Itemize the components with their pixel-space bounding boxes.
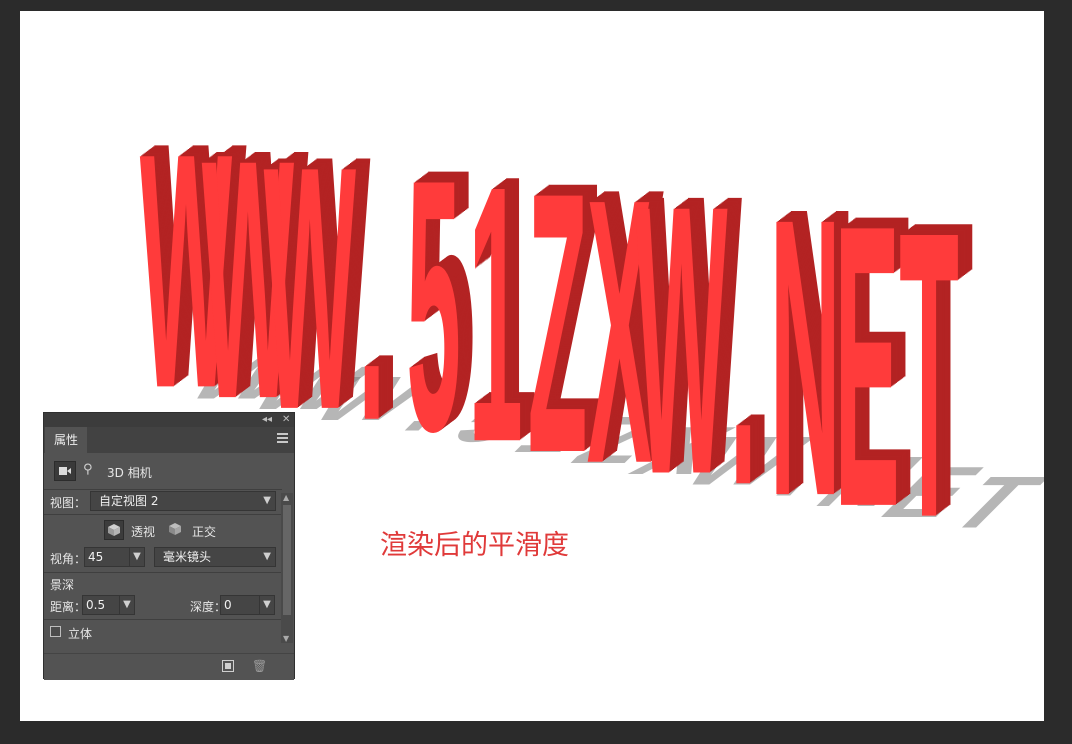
distance-input[interactable]: 0.5 ▼ xyxy=(82,595,135,615)
chevron-down-icon[interactable]: ▼ xyxy=(129,548,144,566)
panel-title-bar: ◂◂ ✕ xyxy=(44,413,294,427)
panel-scrollbar[interactable]: ▲ ▼ xyxy=(281,493,293,643)
render-icon[interactable] xyxy=(222,660,234,672)
panel-tab-row: 属性 xyxy=(44,427,294,453)
fov-value: 45 xyxy=(88,550,104,564)
lens-unit-select[interactable]: 毫米镜头 ▼ xyxy=(154,547,276,567)
view-row: 视图： 自定视图 2 ▼ xyxy=(44,490,282,514)
chevron-down-icon[interactable]: ▼ xyxy=(119,596,134,614)
dof-label: 景深 xyxy=(50,578,75,592)
depth-value: 0 xyxy=(224,598,232,612)
orthographic-label[interactable]: 正交 xyxy=(192,523,216,540)
3d-scene-icon[interactable]: ⚲ xyxy=(83,462,93,477)
perspective-cube-icon[interactable] xyxy=(104,520,124,540)
caption-text: 渲染后的平滑度 xyxy=(380,530,569,561)
glyph-letter: E xyxy=(834,141,899,590)
trash-icon[interactable]: 🗑 xyxy=(252,659,267,673)
glyph-letter: T xyxy=(899,146,959,603)
orthographic-cube-icon[interactable] xyxy=(166,520,184,538)
fov-row: 视角： 45 ▼ 毫米镜头 ▼ xyxy=(44,545,282,571)
fov-label: 视角： xyxy=(50,552,87,566)
projection-row: 透视 正交 xyxy=(44,515,282,545)
chevron-down-icon: ▼ xyxy=(263,495,271,506)
stereo-label: 立体 xyxy=(68,627,93,641)
panel-menu-icon[interactable] xyxy=(277,433,288,443)
glyph-dot: . xyxy=(730,132,757,567)
dof-values-row: 距离： 0.5 ▼ 深度： 0 ▼ xyxy=(44,595,282,621)
glyph-letter: Z xyxy=(528,115,588,531)
stereo-row: 立体 xyxy=(44,620,282,646)
close-icon[interactable]: ✕ xyxy=(282,413,290,427)
distance-label: 距离： xyxy=(50,600,87,614)
chevron-down-icon: ▼ xyxy=(263,551,271,562)
glyph-letter: W xyxy=(635,127,728,555)
camera-header-row: ⚲ 3D 相机 xyxy=(44,453,282,489)
scroll-up-icon[interactable]: ▲ xyxy=(283,493,289,502)
perspective-label[interactable]: 透视 xyxy=(131,523,155,540)
view-select-value: 自定视图 2 xyxy=(99,494,159,508)
scroll-down-icon[interactable]: ▼ xyxy=(283,634,289,643)
glyph-letter: 1 xyxy=(468,110,522,518)
distance-value: 0.5 xyxy=(86,598,106,612)
stereo-checkbox[interactable] xyxy=(50,626,61,637)
scrollbar-thumb[interactable] xyxy=(283,505,291,615)
glyph-letter: 5 xyxy=(406,105,460,506)
view-select[interactable]: 自定视图 2 ▼ xyxy=(90,491,276,511)
panel-footer: 🗑 xyxy=(44,653,294,680)
section-title: 3D 相机 xyxy=(107,466,152,480)
view-label: 视图： xyxy=(50,496,87,510)
glyph-dot: . xyxy=(358,100,385,494)
depth-input[interactable]: 0 ▼ xyxy=(220,595,275,615)
double-chevron-left-icon[interactable]: ◂◂ xyxy=(262,413,272,427)
lens-unit-value: 毫米镜头 xyxy=(163,550,212,564)
camera-icon[interactable] xyxy=(54,461,76,481)
glyph-letter: N xyxy=(770,137,841,579)
properties-panel: ◂◂ ✕ 属性 ⚲ 3D 相机 视图： 自定视图 2 ▼ 透视 正交 视角： 4… xyxy=(43,412,295,680)
fov-input[interactable]: 45 ▼ xyxy=(84,547,145,567)
chevron-down-icon[interactable]: ▼ xyxy=(259,596,274,614)
dof-header-row: 景深 xyxy=(44,573,282,595)
tab-properties[interactable]: 属性 xyxy=(45,427,88,453)
